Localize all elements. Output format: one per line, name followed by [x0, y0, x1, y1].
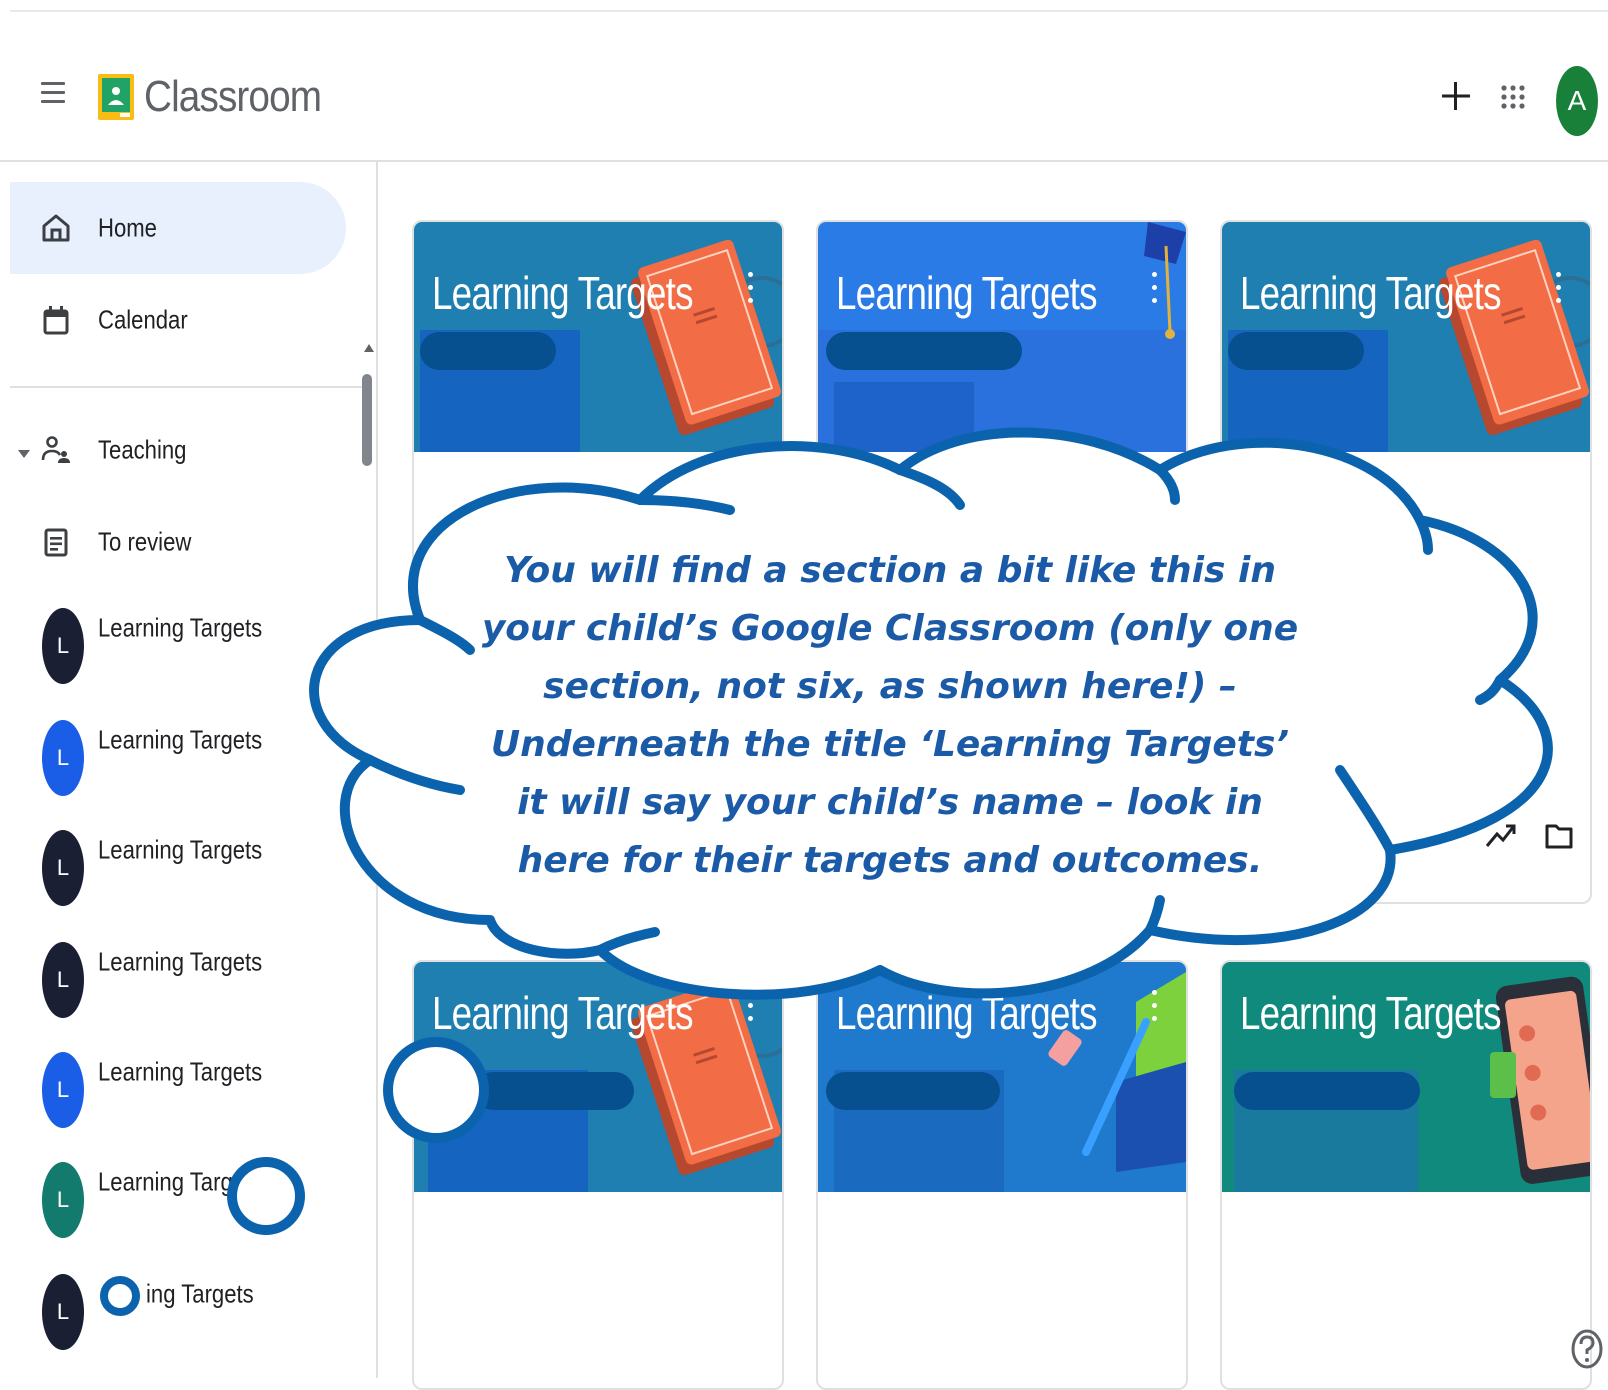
- sidebar-item-home[interactable]: Home: [10, 182, 346, 274]
- redacted-name: [474, 1072, 634, 1110]
- card-banner: Learning Targets: [818, 962, 1186, 1192]
- calendar-icon: [43, 306, 69, 335]
- sidebar-item-label: Calendar: [98, 304, 188, 335]
- card-title: Learning Targets: [836, 267, 1097, 319]
- class-card[interactable]: Learning Targets: [816, 960, 1188, 1390]
- class-avatar: L: [42, 608, 84, 684]
- sidebar-item-label: Teaching: [98, 434, 187, 465]
- redacted-name: [1228, 332, 1364, 370]
- plus-icon[interactable]: [1436, 76, 1476, 116]
- sidebar-scrollbar[interactable]: [362, 374, 372, 466]
- apps-grid-icon[interactable]: [1500, 84, 1526, 110]
- sidebar-class-item[interactable]: L Learning Targets: [10, 934, 346, 1026]
- app-title: Classroom: [144, 72, 322, 121]
- more-options-icon[interactable]: [1150, 268, 1158, 308]
- class-card[interactable]: Learning Targets: [412, 960, 784, 1390]
- card-banner: Learning Targets: [1222, 962, 1590, 1192]
- class-avatar: L: [42, 1274, 84, 1350]
- redacted-name: [826, 332, 1022, 370]
- sidebar-item-teaching[interactable]: Teaching: [10, 404, 346, 496]
- more-options-icon[interactable]: [1554, 268, 1562, 308]
- callout-text: You will find a section a bit like this …: [481, 550, 1299, 881]
- card-title: Learning Targets: [1240, 267, 1501, 319]
- to-review-icon: [44, 528, 68, 557]
- account-avatar[interactable]: A: [1556, 66, 1598, 136]
- home-icon: [42, 214, 70, 242]
- card-title: Learning Targets: [432, 987, 693, 1039]
- sidebar-class-item[interactable]: L Learning Targets: [10, 600, 346, 692]
- class-avatar: L: [42, 1162, 84, 1238]
- card-title: Learning Targets: [432, 267, 693, 319]
- redacted-name: [826, 1072, 1000, 1110]
- sidebar-item-label: To review: [98, 526, 192, 557]
- card-title: Learning Targets: [1240, 987, 1501, 1039]
- class-avatar: L: [42, 1052, 84, 1128]
- trending-icon[interactable]: [1484, 818, 1518, 852]
- sidebar-item-label: ing Targets: [146, 1278, 254, 1309]
- redacted-name: [420, 332, 556, 370]
- class-card[interactable]: Learning Targets: [1220, 960, 1592, 1390]
- app-header: Classroom A: [0, 12, 1608, 162]
- sidebar-item-label: Learning Targets: [98, 946, 263, 977]
- card-banner: Learning Targets: [414, 222, 782, 452]
- sidebar-item-label: Learning Targets: [98, 834, 263, 865]
- sidebar-class-item[interactable]: L Learning Targets: [10, 712, 346, 804]
- sidebar-class-item[interactable]: L ing Targets: [10, 1266, 346, 1358]
- card-title: Learning Targets: [836, 987, 1097, 1039]
- card-banner: Learning Targets: [818, 222, 1186, 452]
- sidebar-item-calendar[interactable]: Calendar: [10, 274, 346, 366]
- scroll-up-arrow-icon[interactable]: [364, 344, 374, 352]
- teaching-icon: [41, 436, 70, 463]
- sidebar-item-label: Learning Targets: [98, 724, 263, 755]
- graduation-cap-icon: [1144, 222, 1186, 339]
- sidebar-item-label: Learning Targets: [98, 1056, 263, 1087]
- sidebar-divider: [10, 386, 362, 388]
- sidebar-item-label: Home: [98, 212, 157, 243]
- sidebar-item-label: Learning Target: [98, 1166, 252, 1197]
- card-banner: Learning Targets: [414, 962, 782, 1192]
- more-options-icon[interactable]: [746, 268, 754, 308]
- class-avatar: L: [42, 720, 84, 796]
- classroom-logo-icon: [98, 74, 134, 120]
- folder-icon[interactable]: [1544, 820, 1574, 850]
- class-avatar: L: [42, 830, 84, 906]
- class-avatar: L: [42, 942, 84, 1018]
- more-options-icon[interactable]: [1150, 986, 1158, 1026]
- hamburger-menu-icon[interactable]: [38, 78, 68, 108]
- sidebar-item-label: Learning Targets: [98, 612, 263, 643]
- sidebar-class-item[interactable]: L Learning Target: [10, 1154, 346, 1246]
- help-icon[interactable]: [1570, 1328, 1604, 1370]
- sidebar-class-item[interactable]: L Learning Targets: [10, 1044, 346, 1136]
- sidebar-item-to-review[interactable]: To review: [10, 496, 346, 588]
- redacted-name: [1234, 1072, 1420, 1110]
- book-illustration-icon: [631, 239, 782, 436]
- card-banner: Learning Targets: [1222, 222, 1590, 452]
- more-options-icon[interactable]: [746, 986, 754, 1026]
- book-illustration-icon: [1439, 239, 1590, 436]
- sidebar-class-item[interactable]: L Learning Targets: [10, 822, 346, 914]
